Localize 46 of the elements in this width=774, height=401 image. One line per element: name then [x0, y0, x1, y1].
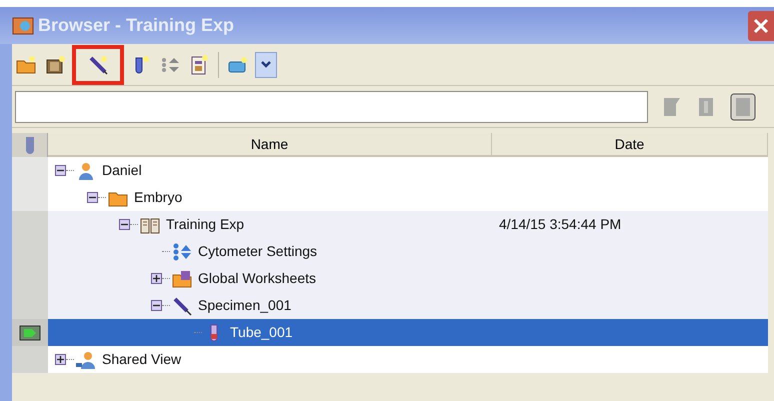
search-field[interactable] — [15, 90, 648, 122]
row-gutter — [12, 157, 48, 184]
syringe-icon — [172, 296, 192, 316]
tree-item-label: Tube_001 — [230, 323, 293, 342]
tree-item-label: Training Exp — [166, 215, 244, 234]
tree-item-label: Global Worksheets — [198, 269, 316, 288]
date-cell-text: 4/14/15 3:54:44 PM — [499, 215, 622, 234]
tree-item-label: Shared View — [102, 350, 182, 369]
settings-icon — [172, 242, 192, 262]
collapse-icon[interactable] — [151, 300, 162, 311]
column-header[interactable]: Date — [492, 133, 768, 157]
collapse-icon[interactable] — [55, 165, 66, 176]
folder-worksheet-icon — [172, 268, 192, 288]
tree-row[interactable]: Specimen_001 — [48, 292, 768, 319]
tree-row[interactable]: Shared View — [48, 346, 768, 373]
expand-icon[interactable] — [151, 273, 162, 284]
tree-row[interactable]: Cytometer Settings — [48, 238, 768, 265]
tree-item-label: Cytometer Settings — [198, 242, 318, 261]
window-title: Browser - Training Exp — [38, 14, 234, 37]
caret-icon — [260, 60, 272, 68]
new-folder-icon — [15, 54, 37, 76]
app-icon — [12, 16, 34, 36]
document-icon[interactable] — [730, 92, 756, 120]
binder-icon — [44, 54, 66, 76]
toolbar-button[interactable] — [72, 44, 124, 84]
close-icon — [753, 18, 769, 34]
row-gutter — [12, 211, 48, 238]
shared-user-icon — [76, 350, 96, 370]
tree-item-label: Embryo — [134, 188, 182, 207]
user-icon — [76, 160, 96, 180]
column-header[interactable]: Name — [48, 133, 492, 157]
tree-item-label: Specimen_001 — [198, 296, 292, 315]
expand-icon[interactable] — [55, 354, 66, 365]
tree-row[interactable]: Global Worksheets — [48, 265, 768, 292]
tree-item-label: Daniel — [102, 161, 142, 180]
tree-row[interactable]: Embryo — [48, 184, 768, 211]
tree-row[interactable]: Training Exp 4/14/15 3:54:44 PM — [48, 211, 768, 238]
tree-row[interactable]: Daniel — [48, 157, 768, 184]
tree-row[interactable]: Tube_001 — [48, 319, 768, 346]
dropdown-button[interactable] — [255, 52, 277, 78]
collapse-icon[interactable] — [119, 219, 130, 230]
collapse-icon[interactable] — [87, 192, 98, 203]
row-gutter — [12, 184, 48, 211]
close-button[interactable] — [748, 10, 774, 40]
tube-icon — [24, 136, 36, 154]
syringe-icon — [87, 54, 109, 76]
